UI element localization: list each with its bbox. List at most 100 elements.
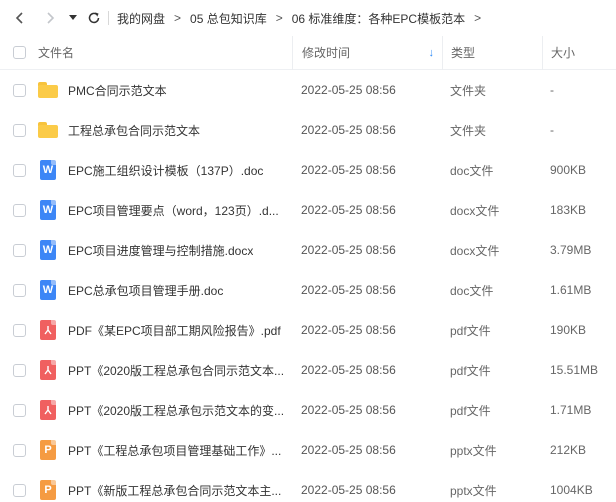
file-size: 3.79MB	[550, 243, 592, 257]
nav-divider	[108, 11, 109, 25]
row-check-cell	[0, 123, 38, 137]
file-modified-time: 2022-05-25 08:56	[301, 443, 396, 457]
file-type: docx文件	[450, 243, 500, 258]
column-header-type[interactable]: 类型	[442, 35, 542, 70]
file-name: EPC项目进度管理与控制措施.docx	[68, 243, 254, 258]
row-check-cell	[0, 323, 38, 337]
breadcrumb-item-current[interactable]: 06 标准维度：各种EPC模板范本	[292, 10, 465, 27]
word-file-icon: W	[38, 199, 58, 221]
breadcrumb-separator: >	[474, 11, 482, 25]
row-checkbox[interactable]	[12, 403, 26, 417]
history-dropdown-button[interactable]	[66, 6, 80, 30]
breadcrumb-separator: >	[275, 11, 283, 25]
file-row[interactable]: W EPC总承包项目管理手册.doc 2022-05-25 08:56 doc文件 1.…	[0, 270, 616, 310]
file-name-cell[interactable]: PPT《2020版工程总承包合同示范文本...	[38, 359, 292, 381]
file-name-cell[interactable]: W EPC项目管理要点（word，123页）.d...	[38, 199, 292, 221]
file-name: EPC总承包项目管理手册.doc	[68, 283, 224, 298]
breadcrumb-item-knowledge[interactable]: 05 总包知识库	[190, 10, 267, 27]
row-checkbox[interactable]	[12, 163, 26, 177]
file-name: EPC施工组织设计模板（137P）.doc	[68, 163, 264, 178]
file-name-cell[interactable]: PMC合同示范文本	[38, 79, 292, 101]
row-checkbox[interactable]	[12, 443, 26, 457]
file-type: 文件夹	[450, 123, 487, 138]
row-check-cell	[0, 243, 38, 257]
file-row[interactable]: P PPT《工程总承包项目管理基础工作》... 2022-05-25 08:56 pp…	[0, 430, 616, 470]
file-row[interactable]: PDF《某EPC项目部工期风险报告》.pdf 2022-05-25 08:56 pd…	[0, 310, 616, 350]
file-row[interactable]: W EPC项目管理要点（word，123页）.d... 2022-05-25 08:…	[0, 190, 616, 230]
file-name: PPT《新版工程总承包合同示范文本主...	[68, 483, 282, 498]
file-name-cell[interactable]: P PPT《新版工程总承包合同示范文本主...	[38, 479, 292, 501]
file-name-cell[interactable]: 工程总承包合同示范文本	[38, 119, 292, 141]
row-checkbox[interactable]	[12, 283, 26, 297]
file-name-cell[interactable]: PDF《某EPC项目部工期风险报告》.pdf	[38, 319, 292, 341]
file-size: 1004KB	[550, 483, 593, 497]
row-check-cell	[0, 203, 38, 217]
file-row[interactable]: PPT《2020版工程总承包合同示范文本... 2022-05-25 08:56 p…	[0, 350, 616, 390]
back-button[interactable]	[8, 6, 32, 30]
file-list-header: 文件名 修改时间 ↓ 类型 大小	[0, 35, 616, 70]
file-modified-time: 2022-05-25 08:56	[301, 323, 396, 337]
file-type: docx文件	[450, 203, 500, 218]
file-name-cell[interactable]: W EPC总承包项目管理手册.doc	[38, 279, 292, 301]
select-all-cell	[0, 46, 38, 59]
file-modified-time: 2022-05-25 08:56	[301, 83, 396, 97]
row-check-cell	[0, 83, 38, 97]
row-checkbox[interactable]	[12, 483, 26, 497]
row-check-cell	[0, 163, 38, 177]
row-checkbox[interactable]	[12, 243, 26, 257]
file-size: 15.51MB	[550, 363, 599, 377]
file-modified-time: 2022-05-25 08:56	[301, 403, 396, 417]
file-list: PMC合同示范文本 2022-05-25 08:56 文件夹 - 工程总承包合同示范文本…	[0, 70, 616, 502]
sort-down-icon: ↓	[428, 46, 435, 59]
file-name-cell[interactable]: PPT《2020版工程总承包示范文本的变...	[38, 399, 292, 421]
file-size: -	[550, 83, 554, 97]
folder-icon	[38, 79, 58, 101]
file-row[interactable]: W EPC项目进度管理与控制措施.docx 2022-05-25 08:56 docx…	[0, 230, 616, 270]
file-type: pptx文件	[450, 483, 497, 498]
row-check-cell	[0, 363, 38, 377]
file-size: 190KB	[550, 323, 587, 337]
row-checkbox[interactable]	[12, 363, 26, 377]
word-file-icon: W	[38, 239, 58, 261]
file-row[interactable]: W EPC施工组织设计模板（137P）.doc 2022-05-25 08:56 do…	[0, 150, 616, 190]
file-row[interactable]: PPT《2020版工程总承包示范文本的变... 2022-05-25 08:56 p…	[0, 390, 616, 430]
file-modified-time: 2022-05-25 08:56	[301, 283, 396, 297]
breadcrumb-item-root[interactable]: 我的网盘	[117, 10, 165, 27]
navigation-bar: 我的网盘 > 05 总包知识库 > 06 标准维度：各种EPC模板范本 >	[0, 0, 616, 36]
file-type: doc文件	[450, 163, 494, 178]
file-name: EPC项目管理要点（word，123页）.d...	[68, 203, 279, 218]
file-row[interactable]: 工程总承包合同示范文本 2022-05-25 08:56 文件夹 -	[0, 110, 616, 150]
file-size: 900KB	[550, 163, 587, 177]
file-name: PPT《工程总承包项目管理基础工作》...	[68, 443, 282, 458]
file-size: 1.71MB	[550, 403, 592, 417]
row-checkbox[interactable]	[12, 323, 26, 337]
column-header-size[interactable]: 大小	[542, 35, 616, 70]
column-header-name[interactable]: 文件名	[38, 44, 292, 61]
file-row[interactable]: PMC合同示范文本 2022-05-25 08:56 文件夹 -	[0, 70, 616, 110]
row-checkbox[interactable]	[12, 203, 26, 217]
file-modified-time: 2022-05-25 08:56	[301, 243, 396, 257]
file-name-cell[interactable]: P PPT《工程总承包项目管理基础工作》...	[38, 439, 292, 461]
forward-button[interactable]	[38, 6, 62, 30]
file-row[interactable]: P PPT《新版工程总承包合同示范文本主... 2022-05-25 08:56 pp…	[0, 470, 616, 502]
file-type: 文件夹	[450, 83, 487, 98]
row-check-cell	[0, 403, 38, 417]
file-type: pdf文件	[450, 403, 491, 418]
file-type: doc文件	[450, 283, 494, 298]
row-check-cell	[0, 483, 38, 497]
file-name: PPT《2020版工程总承包合同示范文本...	[68, 363, 285, 378]
column-header-time[interactable]: 修改时间 ↓	[292, 35, 442, 70]
file-name-cell[interactable]: W EPC项目进度管理与控制措施.docx	[38, 239, 292, 261]
file-modified-time: 2022-05-25 08:56	[301, 123, 396, 137]
select-all-checkbox[interactable]	[12, 46, 26, 59]
refresh-button[interactable]	[82, 6, 106, 30]
file-type: pdf文件	[450, 323, 491, 338]
pdf-file-icon	[38, 399, 58, 421]
file-type: pdf文件	[450, 363, 491, 378]
file-name-cell[interactable]: W EPC施工组织设计模板（137P）.doc	[38, 159, 292, 181]
row-check-cell	[0, 283, 38, 297]
folder-icon	[38, 119, 58, 141]
row-checkbox[interactable]	[12, 83, 26, 97]
file-modified-time: 2022-05-25 08:56	[301, 483, 396, 497]
row-checkbox[interactable]	[12, 123, 26, 137]
